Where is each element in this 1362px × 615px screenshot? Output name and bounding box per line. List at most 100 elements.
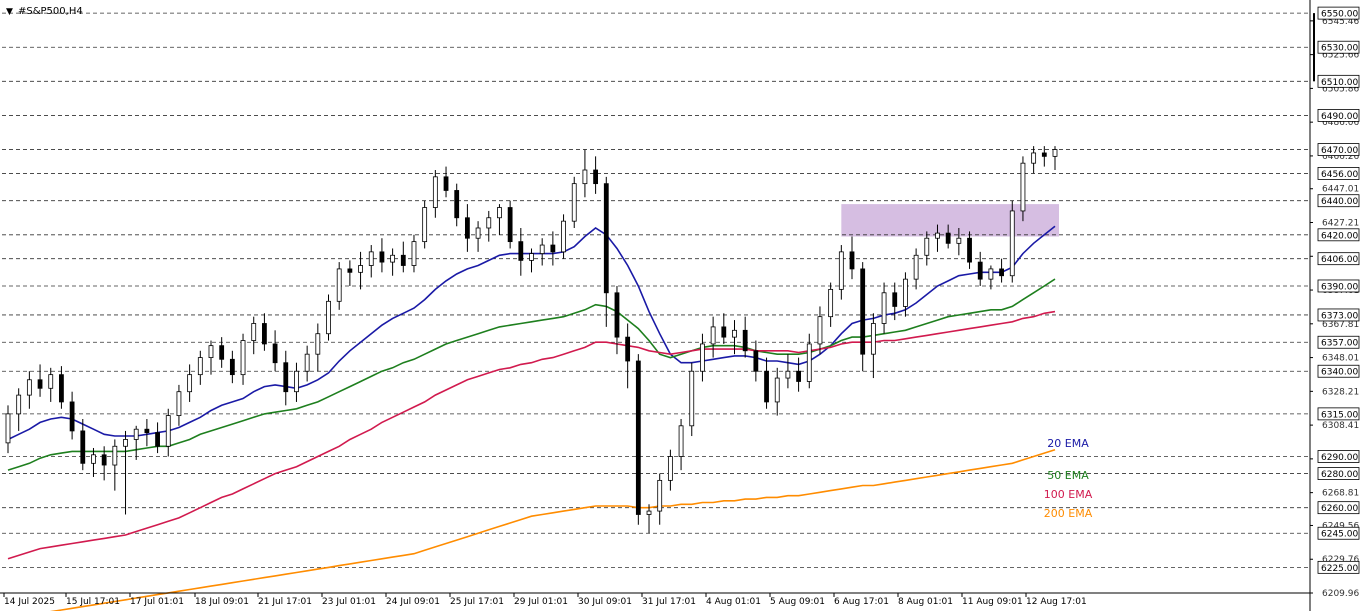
price-level-label: 6510.00 <box>1321 78 1358 88</box>
candle-body-bull <box>390 254 396 263</box>
time-tick-label: 21 Jul 17:01 <box>258 597 312 607</box>
price-tick-label: 6209.96 <box>1322 589 1359 599</box>
candle-body-bear <box>1041 152 1047 157</box>
price-level-label: 6357.00 <box>1321 339 1358 349</box>
candle-body-bull <box>1009 210 1015 277</box>
candle-body-bull <box>657 479 663 512</box>
candle-body-bear <box>764 370 769 403</box>
candle-body-bear <box>518 241 524 261</box>
candlestick-chart[interactable]: 20 EMA50 EMA100 EMA200 EMA 6545.466525.6… <box>0 0 1362 615</box>
candle-body-bull <box>26 379 32 396</box>
candle-body-bull <box>903 278 908 307</box>
candle-body-bull <box>208 345 214 358</box>
candle-body-bear <box>625 336 631 362</box>
ema-legend: 20 EMA 50 EMA 100 EMA 200 EMA <box>1044 437 1093 520</box>
candle-body-bull <box>1052 149 1058 157</box>
candle <box>689 362 695 437</box>
candle-body-bull <box>838 251 844 290</box>
candle-body-bear <box>69 401 75 432</box>
candle-body-bull <box>176 391 182 416</box>
candle-body-bull <box>197 357 203 376</box>
candle-body-bull <box>422 207 428 243</box>
chart-area[interactable]: 20 EMA 50 EMA 100 EMA 200 EMA 6545.46 6525.6… <box>0 0 1362 615</box>
candle-body-bear <box>454 190 460 219</box>
price-level-label: 6420.00 <box>1321 231 1358 241</box>
candle-body-bull <box>123 439 128 447</box>
candle-body-bull <box>294 370 299 393</box>
candle-body-bull <box>646 510 652 515</box>
candle-body-bear <box>443 176 449 191</box>
candle-body-bull <box>187 374 193 393</box>
price-level-label: 6260.00 <box>1321 504 1358 514</box>
candle-body-bear <box>603 183 609 294</box>
price-level-label: 6490.00 <box>1321 112 1358 122</box>
candle <box>326 294 331 341</box>
time-tick-label: 5 Aug 09:01 <box>770 597 825 607</box>
candle-body-bull <box>785 370 791 379</box>
candle-body-bear <box>59 374 64 403</box>
candle-body-bear <box>229 358 235 376</box>
candle-body-bear <box>464 217 470 239</box>
candle <box>561 214 566 259</box>
candle-body-bull <box>240 340 246 376</box>
time-tick-label: 17 Jul 01:01 <box>130 597 184 607</box>
candle <box>635 354 641 525</box>
candle-body-bull <box>497 207 502 219</box>
candle-body-bull <box>411 241 417 266</box>
candle-body-bull <box>539 244 545 254</box>
time-tick-label: 14 Jul 2025 <box>4 597 55 607</box>
price-level-label: 6390.00 <box>1321 282 1358 292</box>
time-tick-label: 25 Jul 17:01 <box>450 597 504 607</box>
candle-body-bear <box>721 326 727 338</box>
price-level-label: 6315.00 <box>1321 410 1358 420</box>
candle-body-bear <box>272 343 278 364</box>
price-level-label: 6470.00 <box>1321 146 1358 156</box>
symbol-title: #S&P500,H4 <box>18 6 83 17</box>
price-level-label: 6406.00 <box>1321 255 1358 265</box>
triangle-down-icon[interactable]: ▼ <box>6 7 13 17</box>
candle-body-bull <box>870 323 876 355</box>
candle-body-bull <box>935 232 940 239</box>
candle-body-bull <box>336 268 342 302</box>
candle-body-bull <box>16 394 22 415</box>
candle-body-bull <box>165 415 171 447</box>
candle-body-bull <box>529 253 534 261</box>
candle-body-bull <box>561 220 566 253</box>
candle <box>1009 200 1015 283</box>
candle-body-bull <box>251 323 257 341</box>
candle-body-bull <box>667 456 673 481</box>
price-level-label: 6530.00 <box>1321 44 1358 54</box>
candle-body-bull <box>732 329 737 338</box>
candle-body-bull <box>5 413 11 444</box>
candle-body-bull <box>358 265 363 273</box>
candle-body-bull <box>486 217 492 229</box>
candle-body-bull <box>710 326 716 345</box>
candle-body-bull <box>817 316 823 345</box>
candle-body-bear <box>37 379 43 389</box>
supply-zone-layer <box>841 204 1059 237</box>
price-level-label: 6456.00 <box>1321 170 1358 180</box>
candle-body-bull <box>315 333 321 355</box>
candle-body-bull <box>582 169 588 185</box>
price-level-label: 6340.00 <box>1321 368 1358 378</box>
price-level-label: 6225.00 <box>1321 564 1358 574</box>
price-tick-label: 6427.21 <box>1322 219 1359 229</box>
candle-body-bear <box>892 292 898 307</box>
candle-body-bear <box>753 350 759 372</box>
price-level-label: 6373.00 <box>1321 311 1358 321</box>
candle-body-bull <box>91 454 96 464</box>
candle-body-bull <box>112 445 118 466</box>
candle-body-bear <box>155 432 160 447</box>
price-tick-label: 6268.81 <box>1322 489 1359 499</box>
candle-body-bear <box>593 169 599 185</box>
chart-background <box>0 0 1362 611</box>
legend-label-50: 50 EMA <box>1047 469 1089 482</box>
candle-body-bull <box>48 374 54 389</box>
resistance-zone <box>841 204 1059 237</box>
candle-body-bear <box>849 251 855 270</box>
candle-body-bull <box>828 288 834 318</box>
price-tick-label: 6348.01 <box>1322 354 1359 364</box>
candle-body-bull <box>956 237 962 244</box>
time-tick-label: 24 Jul 09:01 <box>386 597 440 607</box>
candle-body-bull <box>700 343 705 372</box>
